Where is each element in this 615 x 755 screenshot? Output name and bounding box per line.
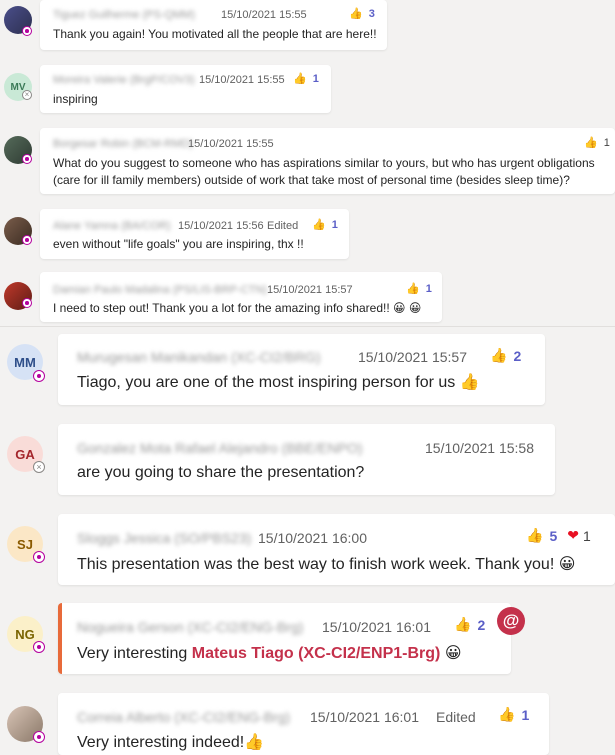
timestamp: 15/10/2021 15:57 bbox=[267, 284, 353, 296]
message-text-line: What do you suggest to someone who has a… bbox=[53, 156, 595, 170]
message-text: Tiago, you are one of the most inspiring… bbox=[77, 372, 480, 392]
message-text: are you going to share the presentation? bbox=[77, 464, 365, 481]
thumbs-up-icon: 👍 bbox=[406, 283, 420, 295]
out-of-office-status-icon bbox=[33, 370, 45, 382]
message-text: inspiring bbox=[53, 92, 98, 106]
timestamp: 15/10/2021 16:01 bbox=[310, 709, 419, 725]
message-bubble[interactable]: Moreira Valerie (BrgP/COV3) 15/10/2021 1… bbox=[40, 65, 331, 113]
thumbs-up-icon: 👍 bbox=[490, 347, 508, 363]
timestamp: 15/10/2021 16:00 bbox=[258, 530, 367, 546]
reaction-count: 1 bbox=[521, 706, 530, 723]
reaction-count: 1 bbox=[312, 72, 319, 85]
sender-name[interactable]: Damian Paulo Madalina (PS/LIS-BRP-CTN) bbox=[53, 284, 267, 296]
message-text: Very interesting indeed!👍 bbox=[77, 732, 264, 752]
reaction-count: 3 bbox=[368, 7, 375, 20]
reaction-count: 5 bbox=[549, 527, 558, 544]
thumbs-up-icon: 👍 bbox=[584, 137, 598, 149]
message-bubble[interactable]: Tiguez Guilherme (PS-QMM) 15/10/2021 15:… bbox=[40, 0, 387, 50]
message-text: Thank you again! You motivated all the p… bbox=[53, 27, 377, 41]
edited-label: Edited bbox=[436, 709, 476, 725]
timestamp: 15/10/2021 16:01 bbox=[322, 619, 431, 635]
offline-status-icon: × bbox=[33, 461, 45, 473]
out-of-office-status-icon bbox=[33, 641, 45, 653]
message-text-body: I need to step out! Thank you a lot for … bbox=[53, 301, 390, 315]
message-bubble[interactable]: Murugesan Manikandan (XC-CI2/BRG) 15/10/… bbox=[58, 334, 545, 405]
smile-emoji-icon: 😀 bbox=[393, 301, 406, 315]
out-of-office-status-icon bbox=[33, 731, 45, 743]
reaction-count: 1 bbox=[425, 282, 432, 295]
thumbs-up-icon: 👍 bbox=[244, 734, 265, 751]
message-text-body: Very interesting bbox=[77, 645, 188, 662]
reaction-like[interactable]: 👍 1 bbox=[498, 706, 529, 723]
smile-emoji-icon: 😀 bbox=[444, 645, 462, 662]
message-bubble[interactable]: Alane Yamna (BA/COR) 15/10/2021 15:56 Ed… bbox=[40, 209, 349, 259]
sender-name[interactable]: Nogueira Gerson (XC-CI2/ENG-Brg) bbox=[77, 619, 303, 635]
sender-name[interactable]: Gonzalez Mota Rafael Alejandro (BBE/ENPO… bbox=[77, 440, 363, 456]
message-text-body: Tiago, you are one of the most inspiring… bbox=[77, 374, 456, 391]
message-text-body: Very interesting indeed! bbox=[77, 734, 245, 751]
reaction-count: 1 bbox=[603, 136, 610, 149]
message-bubble[interactable]: Damian Paulo Madalina (PS/LIS-BRP-CTN) 1… bbox=[40, 272, 442, 322]
sender-name[interactable]: Tiguez Guilherme (PS-QMM) bbox=[53, 9, 195, 21]
mention-link[interactable]: Mateus Tiago (XC-CI2/ENP1-Brg) bbox=[192, 645, 441, 662]
reaction-like[interactable]: 👍 2 bbox=[454, 616, 485, 633]
out-of-office-status-icon bbox=[22, 26, 32, 36]
message-bubble[interactable]: Borgesar Robin (BCM-RMD) 15/10/2021 15:5… bbox=[40, 128, 615, 194]
out-of-office-status-icon bbox=[22, 154, 32, 164]
thumbs-up-icon: 👍 bbox=[498, 706, 516, 722]
mention-at-icon: @ bbox=[497, 607, 525, 635]
message-bubble-mention[interactable]: Nogueira Gerson (XC-CI2/ENG-Brg) 15/10/2… bbox=[58, 603, 511, 674]
sender-name[interactable]: Alane Yamna (BA/COR) bbox=[53, 220, 171, 232]
message-text: I need to step out! Thank you a lot for … bbox=[53, 301, 421, 315]
reaction-like[interactable]: 👍 1 bbox=[584, 136, 610, 150]
offline-status-icon: × bbox=[22, 90, 32, 100]
reaction-like[interactable]: 👍 2 bbox=[490, 347, 521, 364]
heart-icon: ❤ bbox=[567, 527, 579, 543]
sender-name[interactable]: Sloggs Jessica (SO/PBS23) bbox=[77, 530, 251, 546]
reaction-count: 1 bbox=[331, 218, 338, 231]
thumbs-up-icon: 👍 bbox=[459, 374, 480, 391]
message-bubble[interactable]: Sloggs Jessica (SO/PBS23) 15/10/2021 16:… bbox=[58, 514, 615, 585]
thumbs-up-icon: 👍 bbox=[349, 8, 363, 20]
reaction-count: 2 bbox=[513, 347, 522, 364]
timestamp: 15/10/2021 15:57 bbox=[358, 349, 467, 365]
out-of-office-status-icon bbox=[33, 551, 45, 563]
section-divider bbox=[0, 326, 615, 327]
message-text-line: (care for ill family members) outside of… bbox=[53, 173, 570, 187]
out-of-office-status-icon bbox=[22, 298, 32, 308]
message-text-body: This presentation was the best way to fi… bbox=[77, 556, 555, 573]
reaction-summary[interactable]: 👍 5 ❤ 1 bbox=[526, 527, 591, 544]
reaction-count-heart: 1 bbox=[582, 527, 591, 544]
timestamp: 15/10/2021 15:55 bbox=[221, 9, 307, 21]
sender-name[interactable]: Correia Alberto (XC-CI2/ENG-Brg) bbox=[77, 709, 290, 725]
message-text: This presentation was the best way to fi… bbox=[77, 554, 575, 574]
smile-emoji-icon: 😀 bbox=[408, 301, 422, 315]
sender-name[interactable]: Borgesar Robin (BCM-RMD) bbox=[53, 138, 193, 150]
timestamp: 15/10/2021 15:55 bbox=[188, 138, 274, 150]
timestamp: 15/10/2021 15:58 bbox=[425, 440, 534, 456]
reaction-like[interactable]: 👍 1 bbox=[312, 218, 338, 232]
sender-name[interactable]: Moreira Valerie (BrgP/COV3) bbox=[53, 74, 195, 86]
timestamp: 15/10/2021 15:56 bbox=[178, 220, 264, 232]
thumbs-up-icon: 👍 bbox=[526, 527, 544, 543]
reaction-like[interactable]: 👍 1 bbox=[406, 282, 432, 296]
message-text: Very interesting Mateus Tiago (XC-CI2/EN… bbox=[77, 643, 462, 663]
smile-emoji-icon: 😀 bbox=[558, 556, 576, 573]
timestamp: 15/10/2021 15:55 bbox=[199, 74, 285, 86]
sender-name[interactable]: Murugesan Manikandan (XC-CI2/BRG) bbox=[77, 349, 321, 365]
reaction-count: 2 bbox=[477, 616, 486, 633]
message-text: even without "life goals" you are inspir… bbox=[53, 237, 304, 251]
message-bubble[interactable]: Correia Alberto (XC-CI2/ENG-Brg) 15/10/2… bbox=[58, 693, 549, 755]
reaction-like[interactable]: 👍 3 bbox=[349, 7, 375, 21]
thumbs-up-icon: 👍 bbox=[293, 73, 307, 85]
message-bubble[interactable]: Gonzalez Mota Rafael Alejandro (BBE/ENPO… bbox=[58, 424, 555, 495]
reaction-like[interactable]: 👍 1 bbox=[293, 72, 319, 86]
edited-label: Edited bbox=[267, 220, 299, 232]
out-of-office-status-icon bbox=[22, 235, 32, 245]
thumbs-up-icon: 👍 bbox=[454, 616, 472, 632]
thumbs-up-icon: 👍 bbox=[312, 219, 326, 231]
